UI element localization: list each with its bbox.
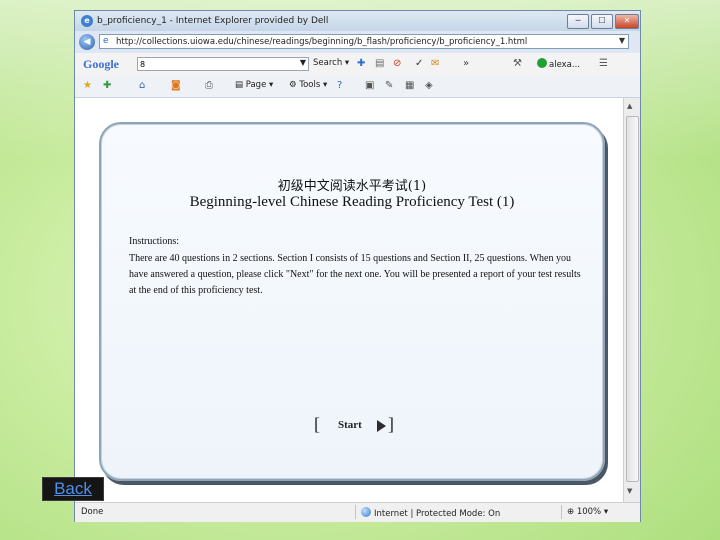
scroll-up-icon[interactable]: ▲: [627, 102, 632, 110]
messenger-icon[interactable]: ✎: [385, 80, 393, 92]
instructions-text: There are 40 questions in 2 sections. Se…: [129, 253, 581, 296]
send-icon[interactable]: ✉: [431, 58, 439, 70]
back-link[interactable]: Back: [42, 477, 104, 501]
pagerank-icon[interactable]: ▤: [375, 58, 384, 70]
globe-icon: [361, 507, 371, 517]
bluetooth-icon[interactable]: ◈: [425, 80, 433, 92]
vertical-scrollbar[interactable]: ▲ ▼: [623, 98, 640, 502]
page-menu[interactable]: ▤ Page ▾: [235, 80, 273, 90]
popup-blocker-icon[interactable]: ⊘: [393, 58, 401, 70]
google-logo-text: Google: [83, 57, 119, 71]
help-icon[interactable]: ?: [337, 80, 342, 92]
security-zone-label: Internet | Protected Mode: On: [374, 509, 501, 519]
wrench-icon[interactable]: ⚒: [513, 58, 522, 70]
google-logo[interactable]: Google: [83, 57, 119, 72]
research-icon[interactable]: ▣: [365, 80, 374, 92]
test-title-chinese: 初级中文阅读水平考试(1): [277, 179, 427, 194]
page-content: 初级中文阅读水平考试(1) Beginning-level Chinese Re…: [75, 98, 623, 502]
instructions-heading: Instructions:: [129, 236, 179, 247]
google-search-label: Search: [313, 58, 343, 68]
tools-menu[interactable]: ⚙ Tools ▾: [289, 80, 327, 90]
google-search-input[interactable]: [140, 58, 290, 70]
add-favorites-icon[interactable]: ✚: [103, 80, 111, 92]
scrollbar-thumb[interactable]: [626, 116, 639, 482]
status-text: Done: [81, 507, 104, 517]
zoom-level: 100%: [576, 507, 602, 517]
zoom-control[interactable]: ⊕ 100% ▾: [567, 507, 608, 517]
bracket-left: [: [314, 414, 320, 434]
test-title-english: Beginning-level Chinese Reading Proficie…: [189, 194, 515, 210]
play-icon: [377, 420, 386, 432]
browser-window: e b_proficiency_1 - Internet Explorer pr…: [74, 10, 641, 522]
google-search-box[interactable]: ▼: [137, 57, 309, 71]
google-toolbar: Google ▼ Search ▾ ✚ ▤ ⊘ ✓ ✉ » ⚒ alexa...…: [75, 53, 640, 76]
page-icon: e: [103, 36, 109, 46]
favorites-icon[interactable]: ★: [83, 80, 92, 92]
title-bar: e b_proficiency_1 - Internet Explorer pr…: [75, 11, 640, 31]
toolbar-overflow[interactable]: »: [463, 58, 469, 70]
rss-icon[interactable]: ◙: [171, 80, 181, 92]
maximize-button[interactable]: ☐: [591, 14, 613, 29]
start-button[interactable]: [ Start ]: [314, 414, 394, 435]
status-divider: [561, 505, 562, 519]
scroll-down-icon[interactable]: ▼: [627, 487, 632, 495]
test-card: 初级中文阅读水平考试(1) Beginning-level Chinese Re…: [99, 122, 605, 481]
home-icon[interactable]: ⌂: [139, 80, 145, 92]
command-bar: ★ ✚ ⌂ ◙ ⎙ ▤ Page ▾ ⚙ Tools ▾ ? ▣ ✎ ▦ ◈: [75, 75, 640, 98]
tools-menu-label: Tools: [299, 80, 321, 90]
page-menu-label: Page: [245, 80, 267, 90]
address-bar: ◀ e http://collections.uiowa.edu/chinese…: [75, 31, 640, 53]
status-bar: Done Internet | Protected Mode: On ⊕ 100…: [75, 502, 640, 522]
url-text[interactable]: http://collections.uiowa.edu/chinese/rea…: [116, 37, 527, 47]
alexa-label: alexa...: [549, 60, 580, 70]
minimize-button[interactable]: ─: [567, 14, 589, 29]
status-divider: [355, 505, 356, 519]
alexa-icon: [537, 58, 547, 68]
ie-icon: e: [81, 15, 93, 27]
spellcheck-icon[interactable]: ✓: [415, 58, 423, 70]
edit-icon[interactable]: ▦: [405, 80, 414, 92]
window-title: b_proficiency_1 - Internet Explorer prov…: [97, 16, 329, 26]
google-search-button[interactable]: Search ▾: [313, 58, 349, 68]
bracket-right: ]: [388, 414, 394, 434]
start-label: Start: [338, 419, 362, 431]
chevron-down-icon[interactable]: ▼: [300, 58, 306, 67]
alexa-button[interactable]: alexa...: [537, 58, 580, 70]
chevron-down-icon[interactable]: ▼: [619, 36, 625, 45]
print-icon[interactable]: ⎙: [205, 80, 213, 92]
security-zone[interactable]: Internet | Protected Mode: On: [361, 507, 500, 519]
bookmark-icon[interactable]: ✚: [357, 58, 365, 70]
close-button[interactable]: ✕: [615, 14, 639, 29]
toolbar-options-icon[interactable]: ☰: [599, 58, 608, 70]
back-icon[interactable]: ◀: [79, 34, 95, 50]
url-field[interactable]: e http://collections.uiowa.edu/chinese/r…: [99, 34, 629, 49]
